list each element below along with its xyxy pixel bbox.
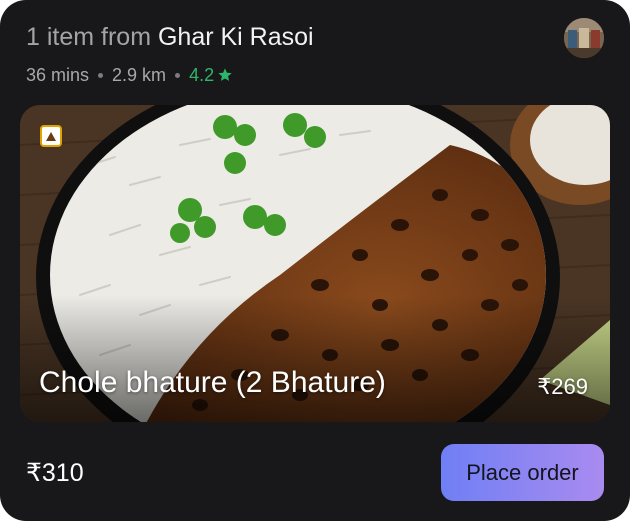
separator-dot — [98, 72, 104, 78]
restaurant-photo — [564, 18, 604, 58]
item-count-text: 1 item from — [26, 23, 158, 51]
order-summary-card: 1 item from Ghar Ki Rasoi 36 mins 2.9 km… — [0, 0, 630, 521]
dish-price: ₹269 — [537, 374, 588, 399]
separator-dot — [175, 72, 181, 78]
place-order-button[interactable]: Place order — [441, 444, 604, 501]
restaurant-avatar[interactable] — [564, 18, 604, 58]
restaurant-distance: 2.9 km — [112, 65, 167, 85]
rating-value: 4.2 — [189, 65, 215, 85]
delivery-time: 36 mins — [26, 65, 90, 85]
star-icon — [218, 68, 232, 81]
dish-name: Chole bhature (2 Bhature) — [39, 366, 386, 399]
order-total: ₹310 — [26, 459, 84, 487]
order-summary-title: 1 item from Ghar Ki Rasoi — [26, 20, 314, 54]
non-veg-triangle-icon — [40, 125, 62, 147]
restaurant-meta: 36 mins 2.9 km 4.2 — [26, 63, 233, 87]
restaurant-name[interactable]: Ghar Ki Rasoi — [158, 23, 314, 51]
restaurant-rating: 4.2 — [189, 63, 233, 87]
